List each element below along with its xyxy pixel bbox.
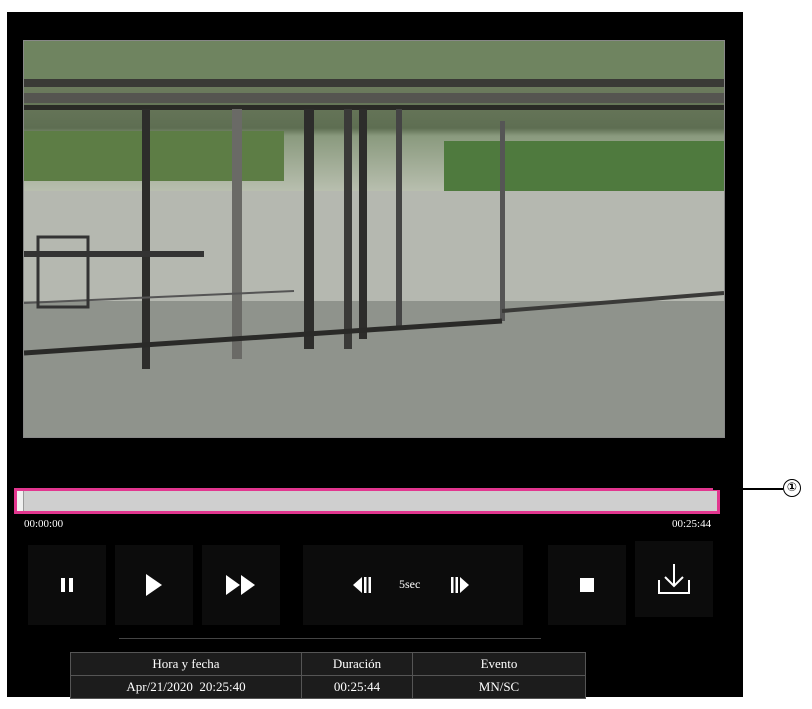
download-button[interactable] <box>635 541 713 617</box>
play-button[interactable] <box>115 545 193 625</box>
cell-duration: 00:25:44 <box>301 675 413 699</box>
pause-button[interactable] <box>28 545 106 625</box>
play-icon <box>146 574 162 596</box>
callout-leader-line <box>713 488 783 490</box>
cell-event: MN/SC <box>412 675 586 699</box>
skip-forward-icon <box>451 577 469 593</box>
pause-icon <box>61 578 73 592</box>
seek-bar-handle[interactable] <box>17 491 24 511</box>
seek-end-time: 00:25:44 <box>672 518 712 530</box>
download-icon <box>658 564 690 594</box>
skip-interval-label: 5sec <box>399 577 421 591</box>
cell-date-time: Apr/21/2020 20:25:40 <box>70 675 302 699</box>
stop-icon <box>580 578 594 592</box>
divider <box>119 638 541 639</box>
recording-info-table: Hora y fecha Duración Evento Apr/21/2020… <box>70 652 586 699</box>
header-duration: Duración <box>301 652 413 676</box>
fast-forward-icon <box>226 575 255 595</box>
header-date-time: Hora y fecha <box>70 652 302 676</box>
header-event: Evento <box>412 652 586 676</box>
video-player: 00:00:00 00:25:44 5sec Hora y fecha Dura… <box>7 12 743 699</box>
camera-image <box>24 41 724 437</box>
video-frame <box>23 40 725 438</box>
table-header-row: Hora y fecha Duración Evento <box>70 652 586 676</box>
seek-bar[interactable] <box>14 488 720 514</box>
skip-control-group: 5sec <box>303 545 523 625</box>
seek-start-time: 00:00:00 <box>24 518 64 530</box>
fast-forward-button[interactable] <box>202 545 280 625</box>
skip-back-button[interactable] <box>343 573 383 597</box>
skip-forward-button[interactable] <box>441 573 481 597</box>
stop-button[interactable] <box>548 545 626 625</box>
skip-back-icon <box>353 577 371 593</box>
callout-marker: ① <box>783 479 801 497</box>
table-row: Apr/21/2020 20:25:40 00:25:44 MN/SC <box>70 675 586 699</box>
